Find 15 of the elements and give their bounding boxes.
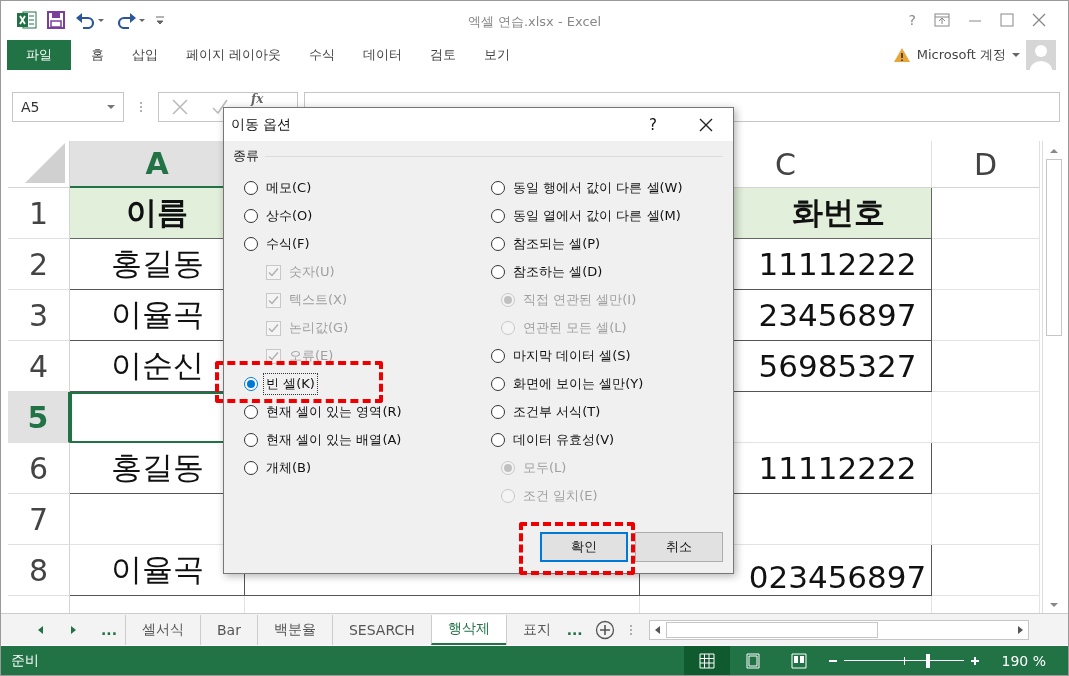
window-title: 엑셀 연습.xlsx - Excel xyxy=(467,13,602,31)
cell-text: 화번호 xyxy=(792,193,885,232)
cell-text: 23456897 xyxy=(758,297,917,333)
dialog-title: 이동 옵션 xyxy=(231,115,292,134)
status-text: 준비 xyxy=(11,651,39,670)
cell-text: 이름 xyxy=(126,193,188,232)
cell-text: 023456897 xyxy=(748,562,927,593)
cell-text: 이율곡 xyxy=(110,295,204,334)
cell-text: 이순신 xyxy=(110,346,204,385)
cell-text: 11112222 xyxy=(758,246,917,282)
cell-text: 홍길동 xyxy=(110,244,204,283)
cell-text: 11112222 xyxy=(758,450,917,486)
cell-text: 이율곡 xyxy=(110,550,204,589)
cell-text: 홍길동 xyxy=(110,448,204,487)
cell-text: 56985327 xyxy=(758,348,917,384)
